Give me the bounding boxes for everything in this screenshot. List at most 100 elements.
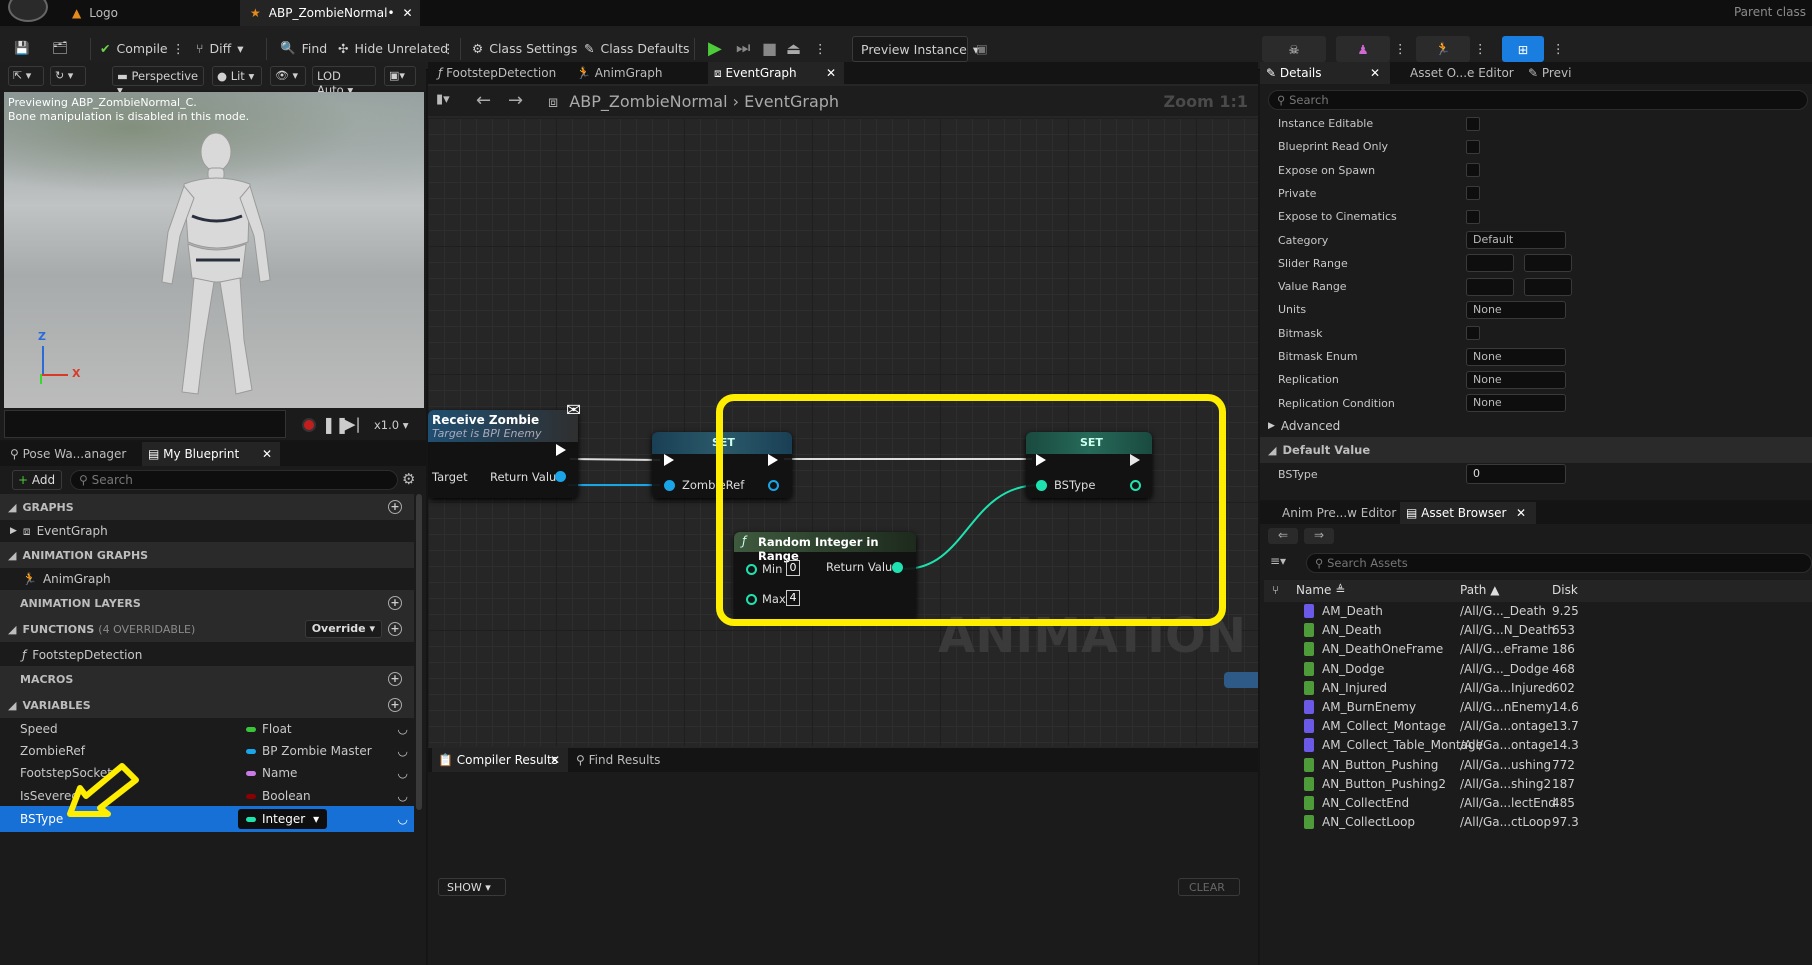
range-max-input[interactable] — [1524, 277, 1572, 296]
tab-my-blueprint[interactable]: ▤ My Blueprint ✕ — [142, 442, 280, 466]
save-button[interactable]: 💾 — [14, 36, 30, 60]
browse-button[interactable]: 🗂 — [52, 36, 68, 60]
add-button[interactable]: + Add — [12, 470, 62, 490]
zombieref-in-pin[interactable] — [664, 480, 675, 494]
dropdown[interactable]: Default — [1466, 231, 1566, 249]
compile-options-button[interactable]: ⋮ — [172, 36, 185, 60]
animation-layers-section-header[interactable]: ANIMATION LAYERS + — [0, 590, 414, 616]
tab-asset-browser[interactable]: ▤ Asset Browser ✕ — [1400, 502, 1536, 524]
eye-closed-icon[interactable]: ◡ — [398, 766, 408, 780]
stop-button[interactable]: ■ — [762, 36, 777, 60]
checkbox[interactable] — [1466, 163, 1480, 178]
perspective-dropdown[interactable]: ▬ Perspective ▾ — [112, 66, 204, 97]
graph-canvas[interactable]: ANIMATION Receive Zombie Target is BPI E… — [428, 118, 1258, 746]
offscreen-node-stub[interactable] — [1224, 672, 1258, 688]
tab-compiler-results[interactable]: 📋 Compiler Results ✕ — [432, 748, 568, 772]
class-defaults-button[interactable]: ✎ Class Defaults — [584, 36, 690, 60]
lit-dropdown[interactable]: ● Lit ▾ — [212, 66, 262, 86]
animation-mode-options-button[interactable]: ⋮ — [1474, 36, 1487, 60]
timeline-scrubber[interactable] — [4, 410, 286, 438]
graph-item-eventgraph[interactable]: ▶ ⧈ EventGraph — [0, 518, 414, 544]
variables-section-header[interactable]: ◢ VARIABLES + — [0, 692, 414, 718]
animation-mode-button[interactable]: 🏃 — [1416, 36, 1470, 62]
panel-scrollbar[interactable] — [416, 494, 422, 810]
tab-details[interactable]: ✎ Details ✕ — [1260, 62, 1390, 84]
checkbox[interactable] — [1466, 139, 1480, 154]
select-mode-button[interactable]: ⇱ ▾ — [8, 66, 44, 86]
tab-pose-watch-manager[interactable]: ⚲ Pose Wa...anager — [4, 442, 140, 466]
variable-type-dropdown[interactable]: Integer ▾ — [238, 809, 328, 829]
range-min-input[interactable] — [1466, 254, 1514, 273]
eye-closed-icon[interactable]: ◡ — [398, 744, 408, 758]
tab-abp-zombienormal[interactable]: ★ ABP_ZombieNormal• ✕ — [240, 0, 420, 26]
show-dropdown[interactable]: SHOW ▾ — [438, 878, 506, 896]
range-max-input[interactable] — [1524, 254, 1572, 273]
blueprint-mode-options-button[interactable]: ⋮ — [1552, 36, 1565, 60]
transform-button[interactable]: ↻ ▾ — [50, 66, 86, 86]
anim-graph-item-animgraph[interactable]: 🏃 AnimGraph — [0, 566, 414, 592]
tab-find-results[interactable]: ⚲ Find Results — [570, 748, 666, 772]
compile-button[interactable]: ✔ Compile — [100, 36, 168, 60]
close-icon[interactable]: ✕ — [826, 66, 836, 80]
back-arrow-icon[interactable]: ← — [476, 90, 491, 111]
close-icon[interactable]: ✕ — [1516, 506, 1526, 520]
dropdown[interactable]: None — [1466, 370, 1566, 389]
default-value-input[interactable]: 0 — [1466, 464, 1566, 484]
tab-logo[interactable]: ▲ Logo — [62, 0, 240, 26]
play-button[interactable]: ▶ — [708, 36, 722, 60]
path-column-header[interactable]: Path ▲ — [1460, 583, 1499, 597]
tab-animgraph[interactable]: 🏃 AnimGraph — [570, 62, 668, 84]
checkbox[interactable] — [1466, 209, 1480, 224]
close-icon[interactable]: ✕ — [1370, 66, 1380, 80]
show-flags-dropdown[interactable]: 👁 ▾ — [270, 66, 306, 86]
asset-row[interactable]: AN_CollectLoop/All/Ga...ctLoop 97.3 — [1264, 813, 1812, 835]
functions-section-header[interactable]: ◢ FUNCTIONS (4 OVERRIDABLE) Override ▾ + — [0, 616, 414, 642]
tab-footstepdetection[interactable]: ƒ FootstepDetection — [432, 62, 562, 84]
animation-graphs-section-header[interactable]: ◢ ANIMATION GRAPHS — [0, 542, 414, 568]
debug-object-icon[interactable]: ▣ — [976, 36, 988, 60]
tab-eventgraph[interactable]: ⧈ EventGraph ✕ — [708, 62, 844, 84]
add-graph-button[interactable]: + — [388, 500, 402, 514]
blueprint-mode-button[interactable]: ⊞ — [1502, 36, 1544, 62]
disk-column-header[interactable]: Disk — [1552, 583, 1578, 597]
play-options-button[interactable]: ⋮ — [814, 36, 827, 60]
eye-closed-icon[interactable]: ◡ — [398, 722, 408, 736]
asset-back-button[interactable]: ⇐ — [1268, 528, 1298, 544]
close-icon[interactable]: ✕ — [262, 447, 272, 461]
close-icon[interactable]: ✕ — [550, 753, 560, 767]
default-value-section-header[interactable]: ◢ Default Value — [1260, 437, 1812, 463]
preview-instance-dropdown[interactable]: Preview Instance ▾ — [852, 36, 979, 62]
add-function-button[interactable]: + — [388, 622, 402, 636]
mesh-mode-options-button[interactable]: ⋮ — [1394, 36, 1407, 60]
eye-closed-icon[interactable]: ◡ — [398, 812, 408, 826]
dropdown[interactable]: None — [1466, 347, 1566, 366]
lod-dropdown[interactable]: LOD Auto ▾ — [312, 66, 376, 97]
advanced-section-header[interactable]: ▶ Advanced — [1260, 413, 1812, 439]
close-icon[interactable]: ✕ — [403, 6, 413, 20]
step-button[interactable]: ⏭ — [736, 36, 750, 60]
macros-section-header[interactable]: MACROS + — [0, 666, 414, 692]
receive-zombie-node[interactable]: Receive Zombie Target is BPI Enemy ✉ Tar… — [428, 400, 581, 498]
step-forward-button[interactable]: ▶| — [344, 415, 361, 433]
checkbox[interactable] — [1466, 116, 1480, 131]
name-column-header[interactable]: Name ≜ — [1296, 583, 1345, 597]
viewport-scene[interactable]: Previewing ABP_ZombieNormal_C. Bone mani… — [4, 92, 424, 408]
class-settings-button[interactable]: ⚙ Class Settings — [472, 36, 577, 60]
bookmark-button[interactable]: ▮▾ — [436, 92, 450, 107]
search-input[interactable]: ⚲ Search — [70, 470, 398, 490]
diff-button[interactable]: ⑂ Diff ▾ — [196, 36, 244, 60]
add-variable-button[interactable]: + — [388, 698, 402, 712]
find-button[interactable]: 🔍 Find — [280, 36, 327, 60]
details-search-input[interactable]: ⚲ Search — [1268, 90, 1808, 110]
unreal-logo-icon[interactable] — [8, 0, 48, 22]
graphs-section-header[interactable]: ◢ GRAPHS + — [0, 494, 414, 520]
forward-arrow-icon[interactable]: → — [508, 90, 523, 111]
add-macro-button[interactable]: + — [388, 672, 402, 686]
playback-speed-dropdown[interactable]: x1.0 ▾ — [374, 418, 409, 432]
asset-filter-button[interactable]: ≡▾ — [1270, 554, 1286, 568]
return-value-pin[interactable] — [555, 471, 566, 485]
mesh-mode-button[interactable]: ♟ — [1336, 36, 1390, 62]
range-min-input[interactable] — [1466, 277, 1514, 296]
function-item-footstepdetection[interactable]: ƒ FootstepDetection — [0, 642, 414, 668]
checkbox[interactable] — [1466, 186, 1480, 201]
